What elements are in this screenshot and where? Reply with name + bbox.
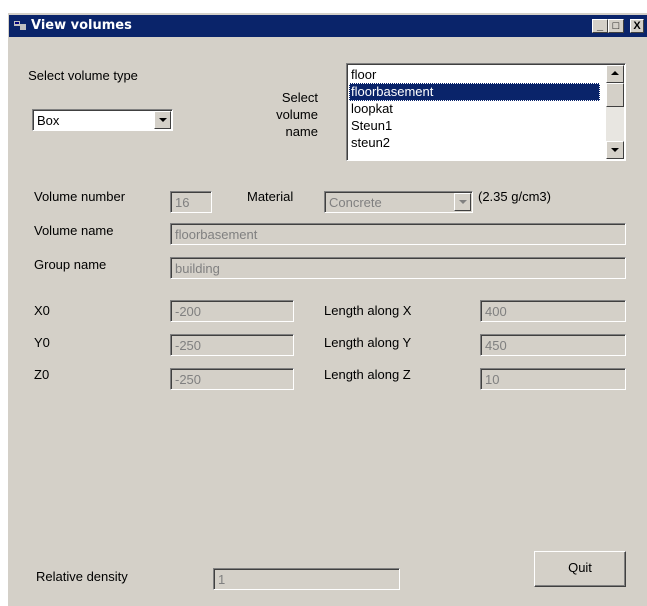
x0-field[interactable]: -200: [170, 300, 294, 322]
length-x-field[interactable]: 400: [480, 300, 626, 322]
list-item[interactable]: floor: [349, 66, 600, 84]
scroll-thumb[interactable]: [606, 83, 624, 107]
maximize-icon: □: [612, 20, 620, 32]
list-item[interactable]: Steun1: [349, 117, 600, 135]
quit-button[interactable]: Quit: [534, 551, 626, 587]
volume-number-field[interactable]: 16: [170, 191, 212, 213]
relative-density-field[interactable]: 1: [213, 568, 400, 590]
x0-label: X0: [34, 303, 50, 318]
volume-name-listbox[interactable]: floor floorbasement loopkat Steun1 steun…: [346, 63, 626, 161]
volume-type-dropdown-button[interactable]: [154, 111, 171, 129]
group-name-label: Group name: [34, 257, 107, 272]
chevron-down-icon: [459, 200, 467, 204]
scroll-down-button[interactable]: [606, 141, 624, 159]
scroll-up-button[interactable]: [606, 65, 624, 83]
listbox-scrollbar[interactable]: [606, 65, 624, 159]
material-value: Concrete: [329, 195, 382, 210]
material-density-note: (2.35 g/cm3): [478, 189, 551, 204]
app-icon: [13, 19, 27, 32]
length-y-label: Length along Y: [324, 335, 412, 350]
volume-type-label: Select volume type: [28, 68, 138, 83]
window-title: View volumes: [31, 18, 132, 33]
length-x-label: Length along X: [324, 303, 412, 318]
view-volumes-window: View volumes _ □ X Select volume type Bo…: [7, 12, 647, 606]
volume-name-list-label: Select volume name: [276, 90, 318, 139]
y0-field[interactable]: -250: [170, 334, 294, 356]
volume-number-label: Volume number: [34, 189, 126, 204]
maximize-button[interactable]: □: [608, 19, 624, 33]
list-item[interactable]: loopkat: [349, 100, 600, 118]
material-select[interactable]: Concrete: [324, 191, 473, 213]
y0-label: Y0: [34, 335, 50, 350]
close-icon: X: [633, 20, 641, 32]
minimize-icon: _: [596, 20, 604, 32]
close-button[interactable]: X: [630, 19, 644, 33]
chevron-down-icon: [159, 118, 167, 122]
relative-density-label: Relative density: [36, 569, 128, 584]
material-dropdown-button[interactable]: [454, 193, 471, 211]
volume-type-value: Box: [37, 113, 60, 128]
volume-type-select[interactable]: Box: [32, 109, 173, 131]
length-y-field[interactable]: 450: [480, 334, 626, 356]
volume-name-field[interactable]: floorbasement: [170, 223, 626, 245]
length-z-label: Length along Z: [324, 367, 411, 382]
z0-field[interactable]: -250: [170, 368, 294, 390]
z0-label: Z0: [34, 367, 50, 382]
volume-name-label: Volume name: [34, 223, 114, 238]
group-name-field[interactable]: building: [170, 257, 626, 279]
list-item-selected[interactable]: floorbasement: [349, 83, 600, 101]
minimize-button[interactable]: _: [592, 19, 608, 33]
material-label: Material: [247, 189, 294, 204]
arrow-up-icon: [611, 71, 619, 75]
length-z-field[interactable]: 10: [480, 368, 626, 390]
list-item[interactable]: steun2: [349, 134, 600, 152]
title-bar[interactable]: View volumes _ □ X: [9, 15, 647, 37]
arrow-down-icon: [611, 148, 619, 152]
